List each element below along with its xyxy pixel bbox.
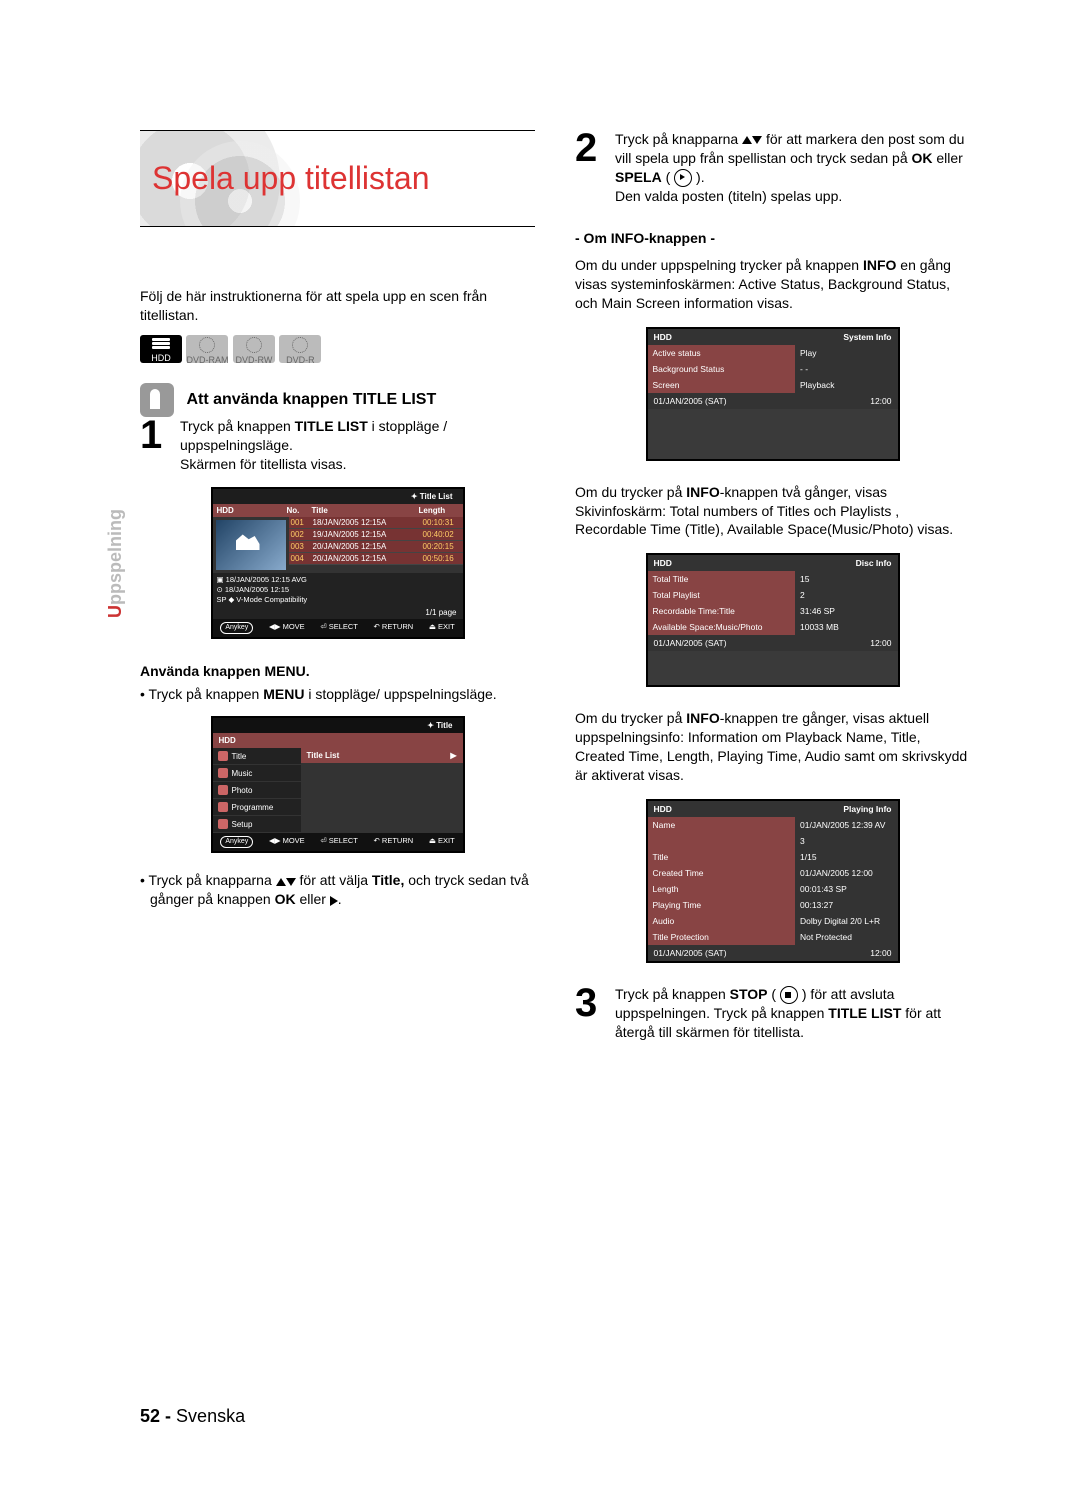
osd-header: ✦ Title <box>213 718 463 733</box>
osd-info: ▣ 18/JAN/2005 12:15 AVG ⊙ 18/JAN/2005 12… <box>213 573 463 606</box>
photo-icon <box>218 785 228 795</box>
info-p1: Om du under uppspelning trycker på knapp… <box>575 256 970 313</box>
down-arrow-icon <box>286 878 296 886</box>
page-title: Spela upp titellistan <box>140 131 535 226</box>
side-tab: Uppspelning <box>105 509 126 618</box>
step-1-number: 1 <box>140 417 168 474</box>
media-icons: HDD DVD-RAM DVD-RW DVD-R <box>140 335 535 363</box>
table-row: 00219/JAN/2005 12:15A00:40:02 <box>289 529 463 541</box>
page-footer: 52 - Svenska <box>140 1406 245 1427</box>
setup-icon <box>218 819 228 829</box>
menu-bullet: Tryck på knappen MENU i stoppläge/ uppsp… <box>140 685 535 704</box>
programme-icon <box>218 802 228 812</box>
step-1: 1 Tryck på knappen TITLE LIST i stoppläg… <box>140 417 535 474</box>
nav-bullet: Tryck på knapparna för att välja Title, … <box>140 871 535 909</box>
title-icon <box>218 751 228 761</box>
menu-right: Title List▶ <box>301 748 463 833</box>
osd-header: ✦ Title List <box>213 489 463 504</box>
step-3-number: 3 <box>575 985 603 1042</box>
up-arrow-icon <box>276 878 286 886</box>
sub-heading-menu: Använda knappen MENU. <box>140 663 535 679</box>
menu-side: Title Music Photo Programme Setup <box>213 748 301 833</box>
step-2-body: Tryck på knapparna för att markera den p… <box>615 130 970 206</box>
osd-footer: Anykey ◀▶ MOVE ⏎ SELECT ↶ RETURN ⏏ EXIT <box>213 833 463 851</box>
title-list-osd: ✦ Title List HDD No. Title Length 00118/… <box>211 487 465 639</box>
step-1-body: Tryck på knappen TITLE LIST i stoppläge … <box>180 417 535 474</box>
info-p2: Om du trycker på INFO-knappen två gånger… <box>575 483 970 540</box>
hdd-icon: HDD <box>140 335 182 363</box>
step-2: 2 Tryck på knapparna för att markera den… <box>575 130 970 206</box>
dvd-r-icon: DVD-R <box>279 335 321 363</box>
step-3: 3 Tryck på knappen STOP ( ) för att avsl… <box>575 985 970 1042</box>
osd-page: 1/1 page <box>213 606 463 619</box>
list-item: Title <box>213 748 301 765</box>
playing-info-osd: HDDPlaying Info Name01/JAN/2005 12:39 AV… <box>646 799 900 963</box>
list-item: Photo <box>213 782 301 799</box>
osd-footer: Anykey ◀▶ MOVE ⏎ SELECT ↶ RETURN ⏏ EXIT <box>213 619 463 637</box>
system-info-osd: HDDSystem Info Active statusPlay Backgro… <box>646 327 900 461</box>
title-band: Spela upp titellistan <box>140 130 535 227</box>
music-icon <box>218 768 228 778</box>
intro-text: Följ de här instruktionerna för att spel… <box>140 287 535 325</box>
list-item: Programme <box>213 799 301 816</box>
dvd-ram-icon: DVD-RAM <box>186 335 228 363</box>
info-heading: - Om INFO-knappen - <box>575 230 970 246</box>
right-column: 2 Tryck på knapparna för att markera den… <box>575 130 970 1054</box>
osd-rows: 00118/JAN/2005 12:15A00:10:31 00219/JAN/… <box>289 517 463 573</box>
up-arrow-icon <box>742 136 752 144</box>
play-icon <box>674 169 692 187</box>
list-item: Setup <box>213 816 301 833</box>
left-column: Spela upp titellistan Följ de här instru… <box>140 130 535 1054</box>
stop-icon <box>780 986 798 1004</box>
step-2-number: 2 <box>575 130 603 206</box>
dvd-rw-icon: DVD-RW <box>233 335 275 363</box>
menu-osd: ✦ Title HDD Title Music Photo Programme … <box>211 716 465 853</box>
down-arrow-icon <box>752 136 762 144</box>
table-row: 00320/JAN/2005 12:15A00:20:15 <box>289 541 463 553</box>
right-arrow-icon <box>330 896 338 906</box>
table-row: 00420/JAN/2005 12:15A00:50:16 <box>289 553 463 565</box>
step-3-body: Tryck på knappen STOP ( ) för att avslut… <box>615 985 970 1042</box>
info-p3: Om du trycker på INFO-knappen tre gånger… <box>575 709 970 785</box>
table-row: 00118/JAN/2005 12:15A00:10:31 <box>289 517 463 529</box>
osd-columns: HDD No. Title Length <box>213 504 463 517</box>
title-list-heading: Att använda knappen TITLE LIST <box>140 383 535 417</box>
disc-info-osd: HDDDisc Info Total Title15 Total Playlis… <box>646 553 900 687</box>
finger-icon <box>140 383 174 417</box>
osd-preview <box>216 520 286 570</box>
list-item: Music <box>213 765 301 782</box>
osd-bar: HDD <box>213 733 463 748</box>
